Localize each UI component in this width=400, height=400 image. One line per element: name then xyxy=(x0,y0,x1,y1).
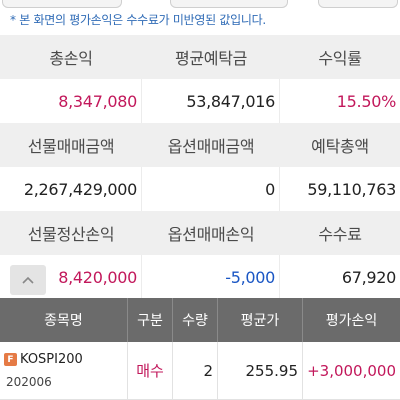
summary-value-row: 2,267,429,000 0 59,110,763 xyxy=(0,167,400,211)
col-instrument-name[interactable]: 종목명 xyxy=(0,298,128,342)
summary-value-row: 8,420,000 -5,000 67,920 xyxy=(0,255,400,299)
chevron-up-icon xyxy=(22,276,34,284)
positions-table-header: 종목명 구분 수량 평균가 평가손익 xyxy=(0,298,400,342)
instrument-code: 202006 xyxy=(6,375,52,389)
return-rate-label: 수익률 xyxy=(318,49,362,68)
collapse-up-button[interactable] xyxy=(10,265,46,295)
side-cell: 매수 xyxy=(128,342,173,399)
top-tab-button[interactable] xyxy=(170,0,288,8)
quantity-cell: 2 xyxy=(173,342,218,399)
fee-value: 67,920 xyxy=(341,267,396,287)
table-row[interactable]: F KOSPI200 202006 매수 2 255.95 +3,000,000 xyxy=(0,342,400,400)
futures-badge-icon: F xyxy=(4,353,17,366)
return-rate-value: 15.50% xyxy=(336,91,397,111)
avg-deposit-value: 53,847,016 xyxy=(142,79,280,123)
instrument-name: KOSPI200 xyxy=(20,352,83,367)
fee-label: 수수료 xyxy=(318,225,362,244)
summary-value-row: 8,347,080 53,847,016 15.50% xyxy=(0,79,400,123)
top-tab-button[interactable] xyxy=(318,0,398,8)
futures-settlement-pnl-label: 선물정산손익 xyxy=(27,225,115,244)
summary-grid: 총손익 평균예탁금 수익률 8,347,080 53,847,016 15.50… xyxy=(0,35,400,299)
options-trade-pnl-label: 옵션매매손익 xyxy=(167,225,255,244)
col-side[interactable]: 구분 xyxy=(128,298,173,342)
instrument-cell: F KOSPI200 202006 xyxy=(0,342,128,399)
col-average-price[interactable]: 평균가 xyxy=(218,298,303,342)
options-trade-amount-value: 0 xyxy=(142,167,280,211)
fee-notice: * 본 화면의 평가손익은 수수료가 미반영된 값입니다. xyxy=(10,13,266,27)
col-valuation-pnl[interactable]: 평가손익 xyxy=(303,298,400,342)
summary-header-row: 총손익 평균예탁금 수익률 xyxy=(0,35,400,79)
top-tab-button[interactable] xyxy=(2,0,122,8)
instrument-name-line: F KOSPI200 xyxy=(4,352,83,367)
total-pnl-value: 8,347,080 xyxy=(0,79,142,123)
options-trade-pnl-value: -5,000 xyxy=(142,255,280,299)
futures-trade-amount-label: 선물매매금액 xyxy=(27,137,115,156)
total-pnl-label: 총손익 xyxy=(49,49,93,68)
options-trade-amount-label: 옵션매매금액 xyxy=(167,137,255,156)
summary-header-row: 선물정산손익 옵션매매손익 수수료 xyxy=(0,211,400,255)
valuation-pnl-cell: +3,000,000 xyxy=(307,361,396,380)
total-deposit-value: 59,110,763 xyxy=(307,179,396,199)
top-button-bar xyxy=(0,0,400,8)
summary-header-row: 선물매매금액 옵션매매금액 예탁총액 xyxy=(0,123,400,167)
total-deposit-label: 예탁총액 xyxy=(311,137,369,156)
avg-deposit-label: 평균예탁금 xyxy=(174,49,248,68)
futures-trade-amount-value: 2,267,429,000 xyxy=(0,167,142,211)
col-quantity[interactable]: 수량 xyxy=(173,298,218,342)
average-price-cell: 255.95 xyxy=(218,342,303,399)
